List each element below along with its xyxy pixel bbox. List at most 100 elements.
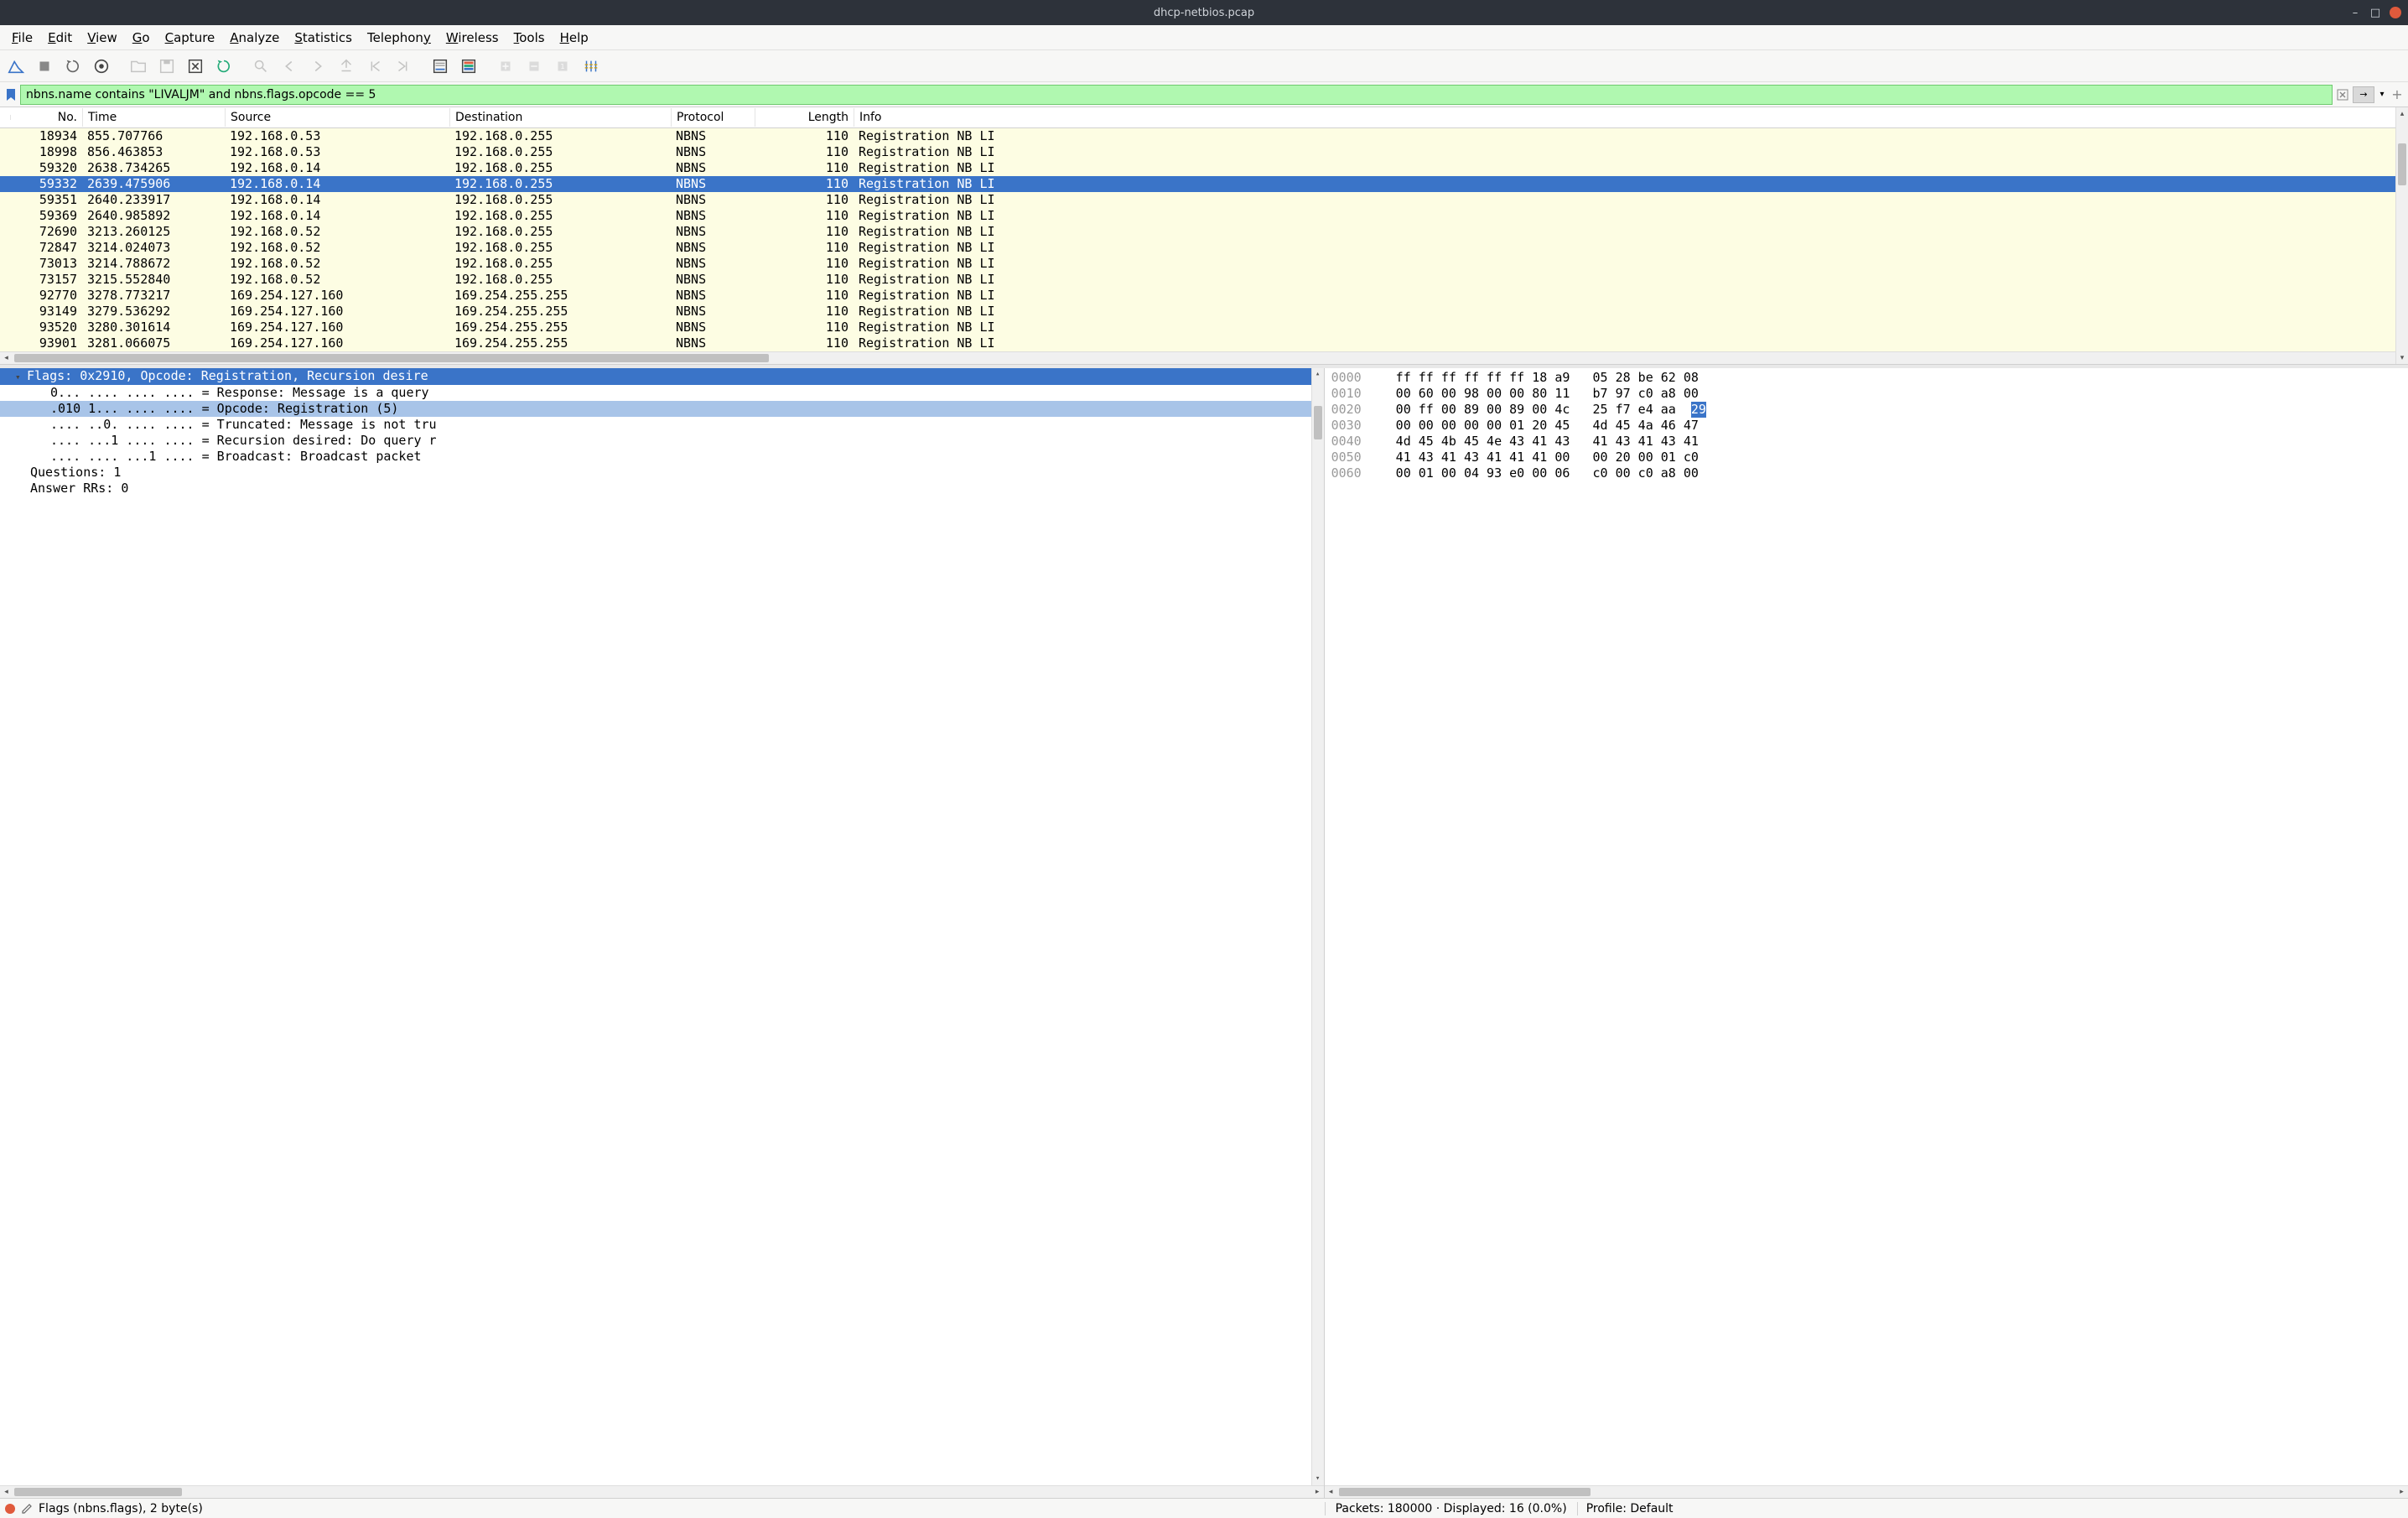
hex-row[interactable]: 0020 00 ff 00 89 00 89 00 4c 25 f7 e4 aa…	[1325, 402, 2408, 418]
menu-tools[interactable]: Tools	[507, 28, 552, 48]
auto-scroll-button[interactable]	[428, 54, 453, 79]
open-file-button[interactable]	[126, 54, 151, 79]
edit-icon[interactable]	[20, 1502, 34, 1515]
close-button[interactable]	[2390, 7, 2401, 18]
details-answer-rrs[interactable]: Answer RRs: 0	[0, 481, 1324, 496]
menubar: File Edit View Go Capture Analyze Statis…	[0, 25, 2408, 50]
packet-row[interactable]: 593692640.985892192.168.0.14192.168.0.25…	[0, 208, 2408, 224]
menu-capture[interactable]: Capture	[158, 28, 222, 48]
zoom-reset-button[interactable]: 1	[550, 54, 575, 79]
expert-info-icon[interactable]	[5, 1504, 15, 1514]
hex-row[interactable]: 0000 ff ff ff ff ff ff 18 a9 05 28 be 62…	[1325, 370, 2408, 386]
colorize-button[interactable]	[456, 54, 481, 79]
details-recursion[interactable]: .... ...1 .... .... = Recursion desired:…	[0, 433, 1324, 449]
find-packet-button[interactable]	[248, 54, 273, 79]
go-back-button[interactable]	[277, 54, 302, 79]
details-response[interactable]: 0... .... .... .... = Response: Message …	[0, 385, 1324, 401]
packet-row[interactable]: 939013281.066075169.254.127.160169.254.2…	[0, 335, 2408, 351]
packet-details-pane: ▾Flags: 0x2910, Opcode: Registration, Re…	[0, 368, 1325, 1498]
details-flags-header[interactable]: ▾Flags: 0x2910, Opcode: Registration, Re…	[0, 368, 1324, 385]
column-source[interactable]: Source	[226, 108, 450, 127]
packet-row[interactable]: 931493279.536292169.254.127.160169.254.2…	[0, 304, 2408, 320]
hex-row[interactable]: 0030 00 00 00 00 00 01 20 45 4d 45 4a 46…	[1325, 418, 2408, 434]
packet-list-header: No. Time Source Destination Protocol Len…	[0, 107, 2408, 128]
menu-analyze[interactable]: Analyze	[223, 28, 286, 48]
bookmark-icon[interactable]	[3, 87, 18, 102]
window-title: dhcp-netbios.pcap	[1154, 7, 1254, 19]
filter-dropdown-button[interactable]: ▾	[2376, 86, 2388, 103]
column-no[interactable]: No.	[11, 108, 83, 127]
packet-row[interactable]: 730133214.788672192.168.0.52192.168.0.25…	[0, 256, 2408, 272]
column-length[interactable]: Length	[755, 108, 854, 127]
packet-list-vscrollbar[interactable]: ▴ ▾	[2395, 107, 2408, 364]
hex-row[interactable]: 0040 4d 45 4b 45 4e 43 41 43 41 43 41 43…	[1325, 434, 2408, 450]
shark-fin-icon[interactable]	[3, 54, 29, 79]
menu-file[interactable]: File	[5, 28, 39, 48]
zoom-in-button[interactable]	[493, 54, 518, 79]
menu-help[interactable]: Help	[553, 28, 595, 48]
packet-row[interactable]: 726903213.260125192.168.0.52192.168.0.25…	[0, 224, 2408, 240]
packet-details-body[interactable]: ▾Flags: 0x2910, Opcode: Registration, Re…	[0, 368, 1324, 1485]
details-questions[interactable]: Questions: 1	[0, 465, 1324, 481]
packet-list-body[interactable]: 18934855.707766192.168.0.53192.168.0.255…	[0, 128, 2408, 351]
zoom-out-button[interactable]	[522, 54, 547, 79]
packet-row[interactable]: 593512640.233917192.168.0.14192.168.0.25…	[0, 192, 2408, 208]
column-info[interactable]: Info	[854, 108, 2408, 127]
column-time[interactable]: Time	[83, 108, 226, 127]
menu-statistics[interactable]: Statistics	[288, 28, 359, 48]
status-profile[interactable]: Profile: Default	[1577, 1502, 1682, 1515]
packet-row[interactable]: 927703278.773217169.254.127.160169.254.2…	[0, 288, 2408, 304]
status-field: Flags (nbns.flags), 2 byte(s)	[39, 1502, 203, 1515]
packet-list-hscrollbar[interactable]: ◂ ▸	[0, 351, 2408, 364]
hex-row[interactable]: 0010 00 60 00 98 00 00 80 11 b7 97 c0 a8…	[1325, 386, 2408, 402]
display-filter-input[interactable]	[20, 85, 2333, 105]
stop-capture-button[interactable]	[32, 54, 57, 79]
details-broadcast[interactable]: .... .... ...1 .... = Broadcast: Broadca…	[0, 449, 1324, 465]
packet-list-pane: No. Time Source Destination Protocol Len…	[0, 107, 2408, 365]
go-first-button[interactable]	[362, 54, 387, 79]
scroll-left-icon[interactable]: ◂	[0, 354, 13, 362]
restart-capture-button[interactable]	[60, 54, 86, 79]
save-file-button[interactable]	[154, 54, 179, 79]
collapse-icon[interactable]: ▾	[15, 369, 27, 385]
column-protocol[interactable]: Protocol	[672, 108, 755, 127]
capture-options-button[interactable]	[89, 54, 114, 79]
packet-row[interactable]: 18998856.463853192.168.0.53192.168.0.255…	[0, 144, 2408, 160]
menu-edit[interactable]: Edit	[41, 28, 79, 48]
details-truncated[interactable]: .... ..0. .... .... = Truncated: Message…	[0, 417, 1324, 433]
packet-row[interactable]: 593322639.475906192.168.0.14192.168.0.25…	[0, 176, 2408, 192]
details-opcode[interactable]: .010 1... .... .... = Opcode: Registrati…	[0, 401, 1324, 417]
details-hscrollbar[interactable]: ◂▸	[0, 1485, 1324, 1498]
packet-row[interactable]: 18934855.707766192.168.0.53192.168.0.255…	[0, 128, 2408, 144]
bytes-hscrollbar[interactable]: ◂▸	[1325, 1485, 2408, 1498]
go-forward-button[interactable]	[305, 54, 330, 79]
reload-button[interactable]	[211, 54, 236, 79]
close-file-button[interactable]	[183, 54, 208, 79]
display-filter-bar: → ▾ +	[0, 82, 2408, 107]
status-packets: Packets: 180000 · Displayed: 16 (0.0%)	[1325, 1502, 1577, 1515]
hex-row[interactable]: 0050 41 43 41 43 41 41 41 00 00 20 00 01…	[1325, 450, 2408, 465]
menu-telephony[interactable]: Telephony	[361, 28, 438, 48]
menu-wireless[interactable]: Wireless	[439, 28, 506, 48]
column-destination[interactable]: Destination	[450, 108, 672, 127]
packet-row[interactable]: 728473214.024073192.168.0.52192.168.0.25…	[0, 240, 2408, 256]
details-vscrollbar[interactable]: ▴▾	[1311, 368, 1324, 1485]
minimize-button[interactable]: –	[2349, 7, 2361, 18]
scroll-up-icon[interactable]: ▴	[2396, 107, 2408, 120]
go-to-packet-button[interactable]	[334, 54, 359, 79]
packet-row[interactable]: 731573215.552840192.168.0.52192.168.0.25…	[0, 272, 2408, 288]
filter-clear-button[interactable]	[2334, 86, 2351, 103]
resize-columns-button[interactable]	[579, 54, 604, 79]
filter-apply-button[interactable]: →	[2353, 86, 2374, 103]
packet-bytes-body[interactable]: 0000 ff ff ff ff ff ff 18 a9 05 28 be 62…	[1325, 368, 2408, 1485]
packet-row[interactable]: 935203280.301614169.254.127.160169.254.2…	[0, 320, 2408, 335]
menu-go[interactable]: Go	[126, 28, 157, 48]
menu-view[interactable]: View	[80, 28, 124, 48]
go-last-button[interactable]	[391, 54, 416, 79]
packet-bytes-pane: 0000 ff ff ff ff ff ff 18 a9 05 28 be 62…	[1325, 368, 2408, 1498]
packet-row[interactable]: 593202638.734265192.168.0.14192.168.0.25…	[0, 160, 2408, 176]
filter-add-button[interactable]: +	[2390, 86, 2405, 103]
maximize-button[interactable]: □	[2369, 7, 2381, 18]
scroll-down-icon[interactable]: ▾	[2396, 351, 2408, 364]
hex-row[interactable]: 0060 00 01 00 04 93 e0 00 06 c0 00 c0 a8…	[1325, 465, 2408, 481]
